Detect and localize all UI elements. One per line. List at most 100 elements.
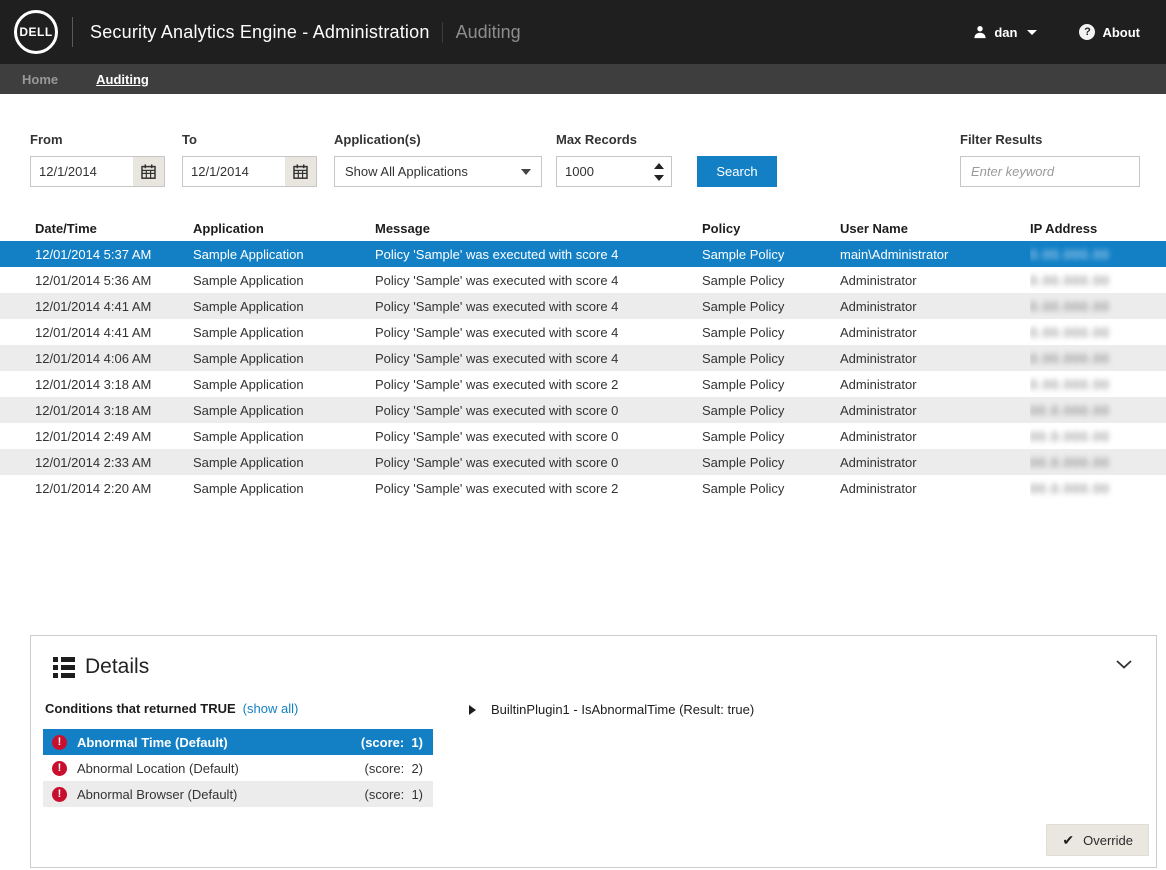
condition-score: (score: 1) — [364, 787, 423, 802]
cell-datetime: 12/01/2014 5:37 AM — [0, 241, 193, 267]
cell-user: Administrator — [840, 371, 1030, 397]
cell-message: Policy 'Sample' was executed with score … — [375, 293, 702, 319]
redacted-ip: 0.00.000.00 — [1030, 325, 1110, 340]
cell-policy: Sample Policy — [702, 267, 840, 293]
alert-icon: ! — [52, 735, 67, 750]
col-header-policy[interactable]: Policy — [702, 215, 840, 241]
table-row[interactable]: 12/01/2014 2:49 AMSample ApplicationPoli… — [0, 423, 1166, 449]
cell-ip_redacted: 00.0.000.00 — [1030, 423, 1166, 449]
table-row[interactable]: 12/01/2014 3:18 AMSample ApplicationPoli… — [0, 371, 1166, 397]
header-actions: dan ? About — [973, 24, 1140, 40]
search-button[interactable]: Search — [697, 156, 777, 187]
from-date-group: From — [30, 132, 165, 187]
cell-user: Administrator — [840, 397, 1030, 423]
logo-divider — [72, 17, 73, 47]
cell-user: Administrator — [840, 475, 1030, 501]
cell-application: Sample Application — [193, 345, 375, 371]
cell-policy: Sample Policy — [702, 423, 840, 449]
condition-item[interactable]: !Abnormal Location (Default)(score: 2) — [43, 755, 433, 781]
filter-keyword-input[interactable] — [960, 156, 1140, 187]
table-row[interactable]: 12/01/2014 5:36 AMSample ApplicationPoli… — [0, 267, 1166, 293]
cell-ip_redacted: 0.00.000.00 — [1030, 319, 1166, 345]
col-header-ipaddress[interactable]: IP Address — [1030, 215, 1166, 241]
max-records-input[interactable] — [557, 157, 647, 186]
dell-logo: DELL — [14, 10, 58, 54]
from-calendar-button[interactable] — [133, 157, 164, 186]
override-button[interactable]: ✔ Override — [1046, 824, 1149, 856]
cell-datetime: 12/01/2014 3:18 AM — [0, 397, 193, 423]
details-header: Details — [31, 636, 1156, 679]
max-records-stepper — [556, 156, 672, 187]
app-header: DELL Security Analytics Engine - Adminis… — [0, 0, 1166, 64]
cell-message: Policy 'Sample' was executed with score … — [375, 449, 702, 475]
table-row[interactable]: 12/01/2014 4:41 AMSample ApplicationPoli… — [0, 293, 1166, 319]
cell-message: Policy 'Sample' was executed with score … — [375, 475, 702, 501]
cell-policy: Sample Policy — [702, 475, 840, 501]
cell-datetime: 12/01/2014 2:20 AM — [0, 475, 193, 501]
to-date-input[interactable] — [183, 157, 285, 186]
nav-item-home[interactable]: Home — [22, 72, 58, 87]
table-row[interactable]: 12/01/2014 5:37 AMSample ApplicationPoli… — [0, 241, 1166, 267]
cell-application: Sample Application — [193, 241, 375, 267]
cell-application: Sample Application — [193, 423, 375, 449]
tree-expand-icon[interactable] — [469, 705, 476, 715]
redacted-ip: 0.00.000.00 — [1030, 273, 1110, 288]
table-row[interactable]: 12/01/2014 4:41 AMSample ApplicationPoli… — [0, 319, 1166, 345]
cell-ip_redacted: 0.00.000.00 — [1030, 293, 1166, 319]
cell-ip_redacted: 0.00.000.00 — [1030, 267, 1166, 293]
alert-icon: ! — [52, 761, 67, 776]
step-up-icon[interactable] — [654, 163, 664, 169]
condition-name: Abnormal Location (Default) — [77, 761, 364, 776]
cell-user: Administrator — [840, 345, 1030, 371]
cell-user: Administrator — [840, 319, 1030, 345]
about-button[interactable]: ? About — [1079, 24, 1140, 40]
cell-application: Sample Application — [193, 449, 375, 475]
stepper-arrows — [647, 157, 671, 186]
audit-table: Date/Time Application Message Policy Use… — [0, 215, 1166, 501]
cell-message: Policy 'Sample' was executed with score … — [375, 319, 702, 345]
applications-label: Application(s) — [334, 132, 542, 147]
to-calendar-button[interactable] — [285, 157, 316, 186]
conditions-column: Conditions that returned TRUE(show all) … — [43, 701, 433, 807]
step-down-icon[interactable] — [654, 175, 664, 181]
applications-select[interactable]: Show All Applications — [334, 156, 542, 187]
user-menu[interactable]: dan — [973, 25, 1037, 40]
table-row[interactable]: 12/01/2014 2:33 AMSample ApplicationPoli… — [0, 449, 1166, 475]
table-row[interactable]: 12/01/2014 2:20 AMSample ApplicationPoli… — [0, 475, 1166, 501]
condition-score: (score: 1) — [361, 735, 423, 750]
from-label: From — [30, 132, 165, 147]
cell-message: Policy 'Sample' was executed with score … — [375, 397, 702, 423]
cell-policy: Sample Policy — [702, 293, 840, 319]
col-header-application[interactable]: Application — [193, 215, 375, 241]
redacted-ip: 00.0.000.00 — [1030, 481, 1110, 496]
cell-datetime: 12/01/2014 2:49 AM — [0, 423, 193, 449]
plugin-tree-item[interactable]: BuiltinPlugin1 - IsAbnormalTime (Result:… — [491, 702, 754, 717]
chevron-down-icon — [1027, 30, 1037, 35]
cell-user: Administrator — [840, 423, 1030, 449]
condition-name: Abnormal Time (Default) — [77, 735, 361, 750]
main-nav: Home Auditing — [0, 64, 1166, 94]
details-title: Details — [85, 655, 149, 679]
from-date-input[interactable] — [31, 157, 133, 186]
applications-group: Application(s) Show All Applications — [334, 132, 542, 187]
redacted-ip: 0.00.000.00 — [1030, 377, 1110, 392]
help-icon: ? — [1079, 24, 1095, 40]
cell-message: Policy 'Sample' was executed with score … — [375, 267, 702, 293]
col-header-message[interactable]: Message — [375, 215, 702, 241]
table-row[interactable]: 12/01/2014 3:18 AMSample ApplicationPoli… — [0, 397, 1166, 423]
nav-item-auditing[interactable]: Auditing — [96, 72, 149, 87]
condition-item[interactable]: ! Abnormal Time (Default)(score: 1) — [43, 729, 433, 755]
condition-item[interactable]: !Abnormal Browser (Default)(score: 1) — [43, 781, 433, 807]
table-row[interactable]: 12/01/2014 4:06 AMSample ApplicationPoli… — [0, 345, 1166, 371]
col-header-username[interactable]: User Name — [840, 215, 1030, 241]
cell-datetime: 12/01/2014 5:36 AM — [0, 267, 193, 293]
collapse-chevron-icon[interactable] — [1116, 660, 1132, 669]
conditions-heading: Conditions that returned TRUE(show all) — [43, 701, 433, 716]
show-all-link[interactable]: (show all) — [243, 701, 299, 716]
calendar-icon — [141, 164, 156, 179]
col-header-datetime[interactable]: Date/Time — [0, 215, 193, 241]
cell-ip_redacted: 00.0.000.00 — [1030, 449, 1166, 475]
cell-application: Sample Application — [193, 397, 375, 423]
cell-policy: Sample Policy — [702, 345, 840, 371]
max-records-group: Max Records — [556, 132, 672, 187]
